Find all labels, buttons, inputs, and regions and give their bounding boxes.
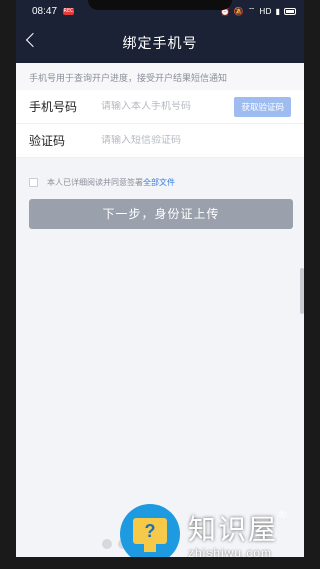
agreement-checkbox[interactable]	[29, 177, 38, 187]
agreement-row: 本人已详细阅读并同意签署 全部文件	[16, 172, 304, 192]
battery-icon	[284, 7, 296, 15]
phone-row: 手机号码 获取验证码	[16, 90, 304, 124]
phone-label: 手机号码	[29, 100, 78, 114]
code-label: 验证码	[29, 134, 66, 148]
phone-bottom-bezel	[0, 557, 320, 569]
phone-screen: 08:47 REC ⏰ 🔕 ⌔ HD ▮ 绑定手机号 手机号用于查询开户进度，接…	[16, 0, 304, 569]
back-arrow-icon[interactable]	[25, 32, 41, 48]
registered-mark: ®	[277, 508, 289, 521]
next-step-button[interactable]: 下一步，身份证上传	[29, 199, 293, 229]
all-documents-link[interactable]: 全部文件	[143, 177, 175, 188]
watermark-text: 知识屋 zhishiwu.com	[188, 508, 278, 560]
status-icons: ⏰ 🔕 ⌔ HD ▮	[220, 6, 296, 16]
header: 08:47 REC ⏰ 🔕 ⌔ HD ▮ 绑定手机号	[16, 0, 304, 63]
question-mark-icon: ?	[133, 518, 167, 544]
nav-bar: 绑定手机号	[16, 22, 304, 63]
phone-input[interactable]	[101, 101, 235, 112]
page-title: 绑定手机号	[122, 35, 198, 52]
watermark: ? 知识屋 zhishiwu.com ®	[120, 504, 288, 564]
monitor-stand	[144, 544, 156, 552]
scrollbar-handle[interactable]	[300, 268, 304, 314]
agreement-text: 本人已详细阅读并同意签署	[47, 177, 143, 187]
code-row: 验证码	[16, 124, 304, 158]
get-code-button[interactable]: 获取验证码	[234, 96, 291, 117]
mute-icon: 🔕	[233, 6, 244, 16]
wifi-icon: ⌔	[247, 6, 256, 15]
phone-usage-notice: 手机号用于查询开户进度，接受开户结果短信通知	[16, 63, 304, 90]
bind-phone-form: 手机号码 获取验证码 验证码	[16, 90, 304, 158]
watermark-logo-icon: ?	[120, 504, 180, 564]
signal-icon: ▮	[275, 6, 280, 16]
watermark-brand: 知识屋	[188, 513, 279, 546]
footer-logo-icon	[102, 539, 112, 549]
recording-icon: REC	[63, 7, 75, 15]
status-time: 08:47	[32, 5, 58, 17]
camera-notch	[88, 0, 232, 10]
hd-label: HD	[259, 6, 272, 16]
code-input[interactable]	[101, 135, 291, 146]
